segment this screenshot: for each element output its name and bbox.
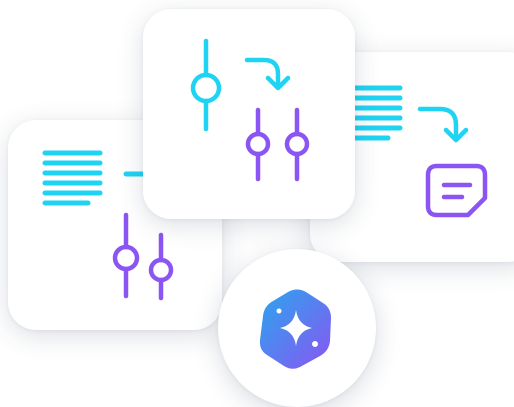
curved-arrow-icon <box>417 106 469 143</box>
text-lines-icon <box>42 150 103 206</box>
slider-icon <box>190 38 222 132</box>
logo-badge <box>218 249 376 407</box>
workflow-card-top <box>143 9 355 219</box>
sliders-icon <box>112 212 174 301</box>
sliders-icon <box>245 107 310 182</box>
sparkle-logo-icon <box>259 289 331 369</box>
note-icon <box>425 163 488 218</box>
text-lines-icon <box>351 85 403 141</box>
curved-arrow-icon <box>244 57 291 91</box>
